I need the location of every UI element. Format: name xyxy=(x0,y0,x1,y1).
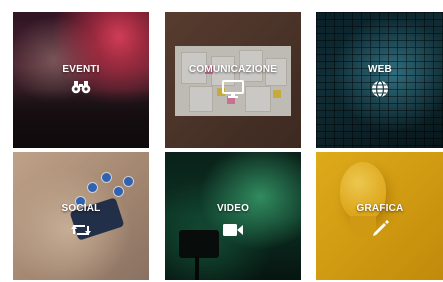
monitor-icon xyxy=(222,80,244,103)
tile-label-grafica: GRAFICA xyxy=(356,203,404,214)
pencil-icon xyxy=(371,220,389,243)
tile-label-video: VIDEO xyxy=(216,203,250,214)
video-camera-icon xyxy=(222,223,244,242)
tile-comunicazione[interactable]: COMUNICAZIONE xyxy=(165,12,301,148)
binoculars-icon xyxy=(71,80,91,99)
globe-icon xyxy=(371,80,389,103)
tile-label-comunicazione: COMUNICAZIONE xyxy=(188,64,278,75)
tile-grafica[interactable]: GRAFICA xyxy=(316,152,443,280)
tile-label-web: WEB xyxy=(368,64,392,75)
tile-label-eventi: EVENTI xyxy=(62,64,100,75)
retweet-icon xyxy=(70,222,92,243)
tile-eventi[interactable]: EVENTI xyxy=(13,12,149,148)
tile-label-social: SOCIAL xyxy=(61,203,101,214)
tile-social[interactable]: SOCIAL xyxy=(13,152,149,280)
tile-web[interactable]: WEB xyxy=(316,12,443,148)
tile-video[interactable]: VIDEO xyxy=(165,152,301,280)
